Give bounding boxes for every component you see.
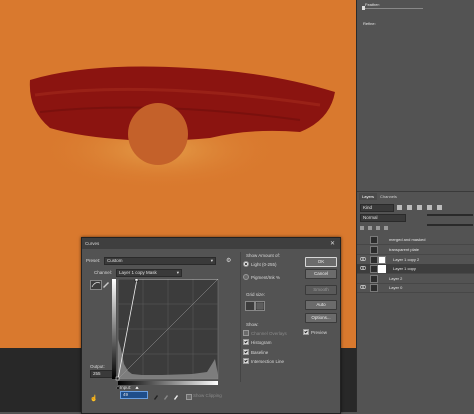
- gear-icon[interactable]: ⚙: [226, 257, 231, 264]
- input-field[interactable]: 49: [120, 391, 148, 399]
- pigment-radio[interactable]: Pigment/Ink %: [243, 274, 280, 280]
- show-amount-label: Show Amount of:: [246, 253, 281, 258]
- cancel-button[interactable]: Cancel: [305, 269, 337, 279]
- blend-mode-select[interactable]: Normal: [360, 214, 406, 222]
- preview-checkbox: [303, 329, 309, 335]
- options-button[interactable]: Options...: [305, 313, 337, 323]
- eye-icon[interactable]: [360, 257, 366, 261]
- opacity-field[interactable]: [427, 214, 473, 216]
- layer-name: transparent plate: [389, 247, 420, 252]
- detailed-grid-icon[interactable]: [255, 301, 265, 311]
- layer-name: Layer 0: [389, 285, 403, 290]
- histogram-checkbox: [243, 339, 249, 345]
- channel-select[interactable]: Layer 1 copy Mask ▾: [116, 269, 182, 277]
- channel-overlays-option[interactable]: Channel Overlays: [243, 330, 287, 336]
- layer-name: Layer 1 copy 2: [393, 257, 420, 262]
- layer-name: Layer 2: [389, 276, 403, 281]
- layer-name: Layer 1 copy: [393, 266, 416, 271]
- curves-graph[interactable]: [112, 279, 222, 389]
- close-icon[interactable]: ✕: [330, 240, 335, 247]
- intersection-line-checkbox: [243, 358, 249, 364]
- curve-icon: [91, 282, 101, 288]
- simple-grid-icon[interactable]: [245, 301, 255, 311]
- grid-size-label: Grid size:: [246, 292, 266, 297]
- feather-slider[interactable]: [363, 8, 423, 9]
- chevron-down-icon: ▾: [176, 270, 179, 275]
- preset-label: Preset:: [86, 258, 101, 263]
- tab-channels[interactable]: Channels: [377, 193, 400, 200]
- layer-thumbnail: [370, 275, 378, 283]
- show-clipping-checkbox[interactable]: [186, 394, 192, 400]
- input-label: Input:: [120, 385, 132, 390]
- pencil-icon[interactable]: [102, 280, 110, 288]
- lock-icons[interactable]: [360, 226, 410, 231]
- layers-tabs: Layers Channels: [359, 193, 400, 200]
- on-image-adjust-icon[interactable]: ☝: [90, 395, 97, 402]
- eyedropper-tools[interactable]: [152, 392, 182, 400]
- ok-button[interactable]: OK: [305, 257, 337, 267]
- preset-select[interactable]: Custom ▾: [104, 257, 216, 265]
- layer-name: merged and masked: [389, 237, 426, 242]
- gray-eyedropper-icon: [164, 395, 168, 400]
- auto-button[interactable]: Auto: [305, 300, 337, 310]
- feather-slider-handle[interactable]: [362, 6, 365, 10]
- show-clipping-label: Show Clipping: [193, 393, 222, 398]
- baseline-checkbox: [243, 349, 249, 355]
- chevron-down-icon: ▾: [210, 258, 213, 263]
- dialog-title: Curves: [85, 241, 100, 246]
- curve-point-tool[interactable]: [90, 280, 102, 290]
- layer-thumbnail: [370, 265, 378, 273]
- channel-overlays-checkbox: [243, 330, 249, 336]
- show-label: Show:: [246, 322, 259, 327]
- layer-thumbnail: [370, 236, 378, 244]
- layer-thumbnail: [370, 284, 378, 292]
- layer-thumbnail: [370, 256, 378, 264]
- layer-row[interactable]: Layer 0: [357, 283, 474, 293]
- smooth-button[interactable]: Smooth: [305, 285, 337, 295]
- orange-circle: [128, 103, 188, 165]
- eye-icon[interactable]: [360, 285, 366, 289]
- channel-label: Channel:: [94, 270, 113, 275]
- layer-filter-kind[interactable]: Kind: [360, 204, 394, 212]
- dialog-titlebar[interactable]: Curves ✕: [82, 238, 340, 249]
- output-field[interactable]: 255: [90, 370, 114, 378]
- layer-thumbnail: [370, 246, 378, 254]
- eye-icon[interactable]: [360, 266, 366, 270]
- dialog-separator: [240, 252, 241, 382]
- preview-option[interactable]: Preview: [303, 329, 327, 335]
- refine-label: Refine:: [363, 21, 376, 26]
- output-label: Output:: [90, 364, 105, 369]
- histogram-option[interactable]: Histogram: [243, 339, 272, 345]
- layer-mask-thumbnail[interactable]: [378, 265, 386, 273]
- layer-row[interactable]: transparent plate: [357, 245, 474, 255]
- intersection-line-option[interactable]: Intersection Line: [243, 358, 284, 364]
- feather-label: Feather:: [365, 2, 380, 7]
- black-eyedropper-icon: [154, 395, 158, 400]
- layer-filter-icons[interactable]: [397, 205, 467, 211]
- layer-row-selected[interactable]: Layer 1 copy: [357, 264, 474, 274]
- white-eyedropper-icon: [174, 395, 178, 400]
- layer-mask-thumbnail[interactable]: [378, 256, 386, 264]
- panel-divider: [357, 191, 474, 192]
- baseline-option[interactable]: Baseline: [243, 349, 268, 355]
- curve-point-active: [134, 279, 139, 282]
- light-radio[interactable]: Light (0-255): [243, 261, 277, 267]
- curve-point: [115, 376, 120, 381]
- layer-row[interactable]: merged and masked: [357, 235, 474, 245]
- fill-field[interactable]: [427, 224, 473, 226]
- curves-dialog: Curves ✕ Preset: Custom ▾ ⚙ Channel: Lay…: [81, 237, 341, 414]
- right-panel: Feather: Refine: Layers Channels Kind No…: [356, 0, 474, 412]
- tab-layers[interactable]: Layers: [359, 193, 378, 200]
